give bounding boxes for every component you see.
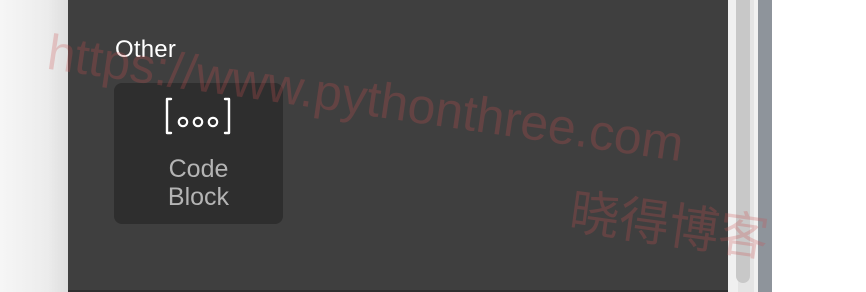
- scrollbar-thumb[interactable]: [736, 0, 750, 283]
- right-gutter: [772, 0, 866, 292]
- left-gutter: [0, 0, 68, 292]
- block-inserter-window: Other Code Block https://www.pythonthree…: [0, 0, 866, 292]
- window-edge: [758, 0, 772, 292]
- section-title-other: Other: [115, 36, 177, 63]
- code-block-button[interactable]: Code Block: [114, 83, 283, 224]
- code-block-icon: [165, 97, 231, 135]
- block-library-panel: Other Code Block: [68, 0, 728, 292]
- code-block-label: Code Block: [167, 155, 230, 211]
